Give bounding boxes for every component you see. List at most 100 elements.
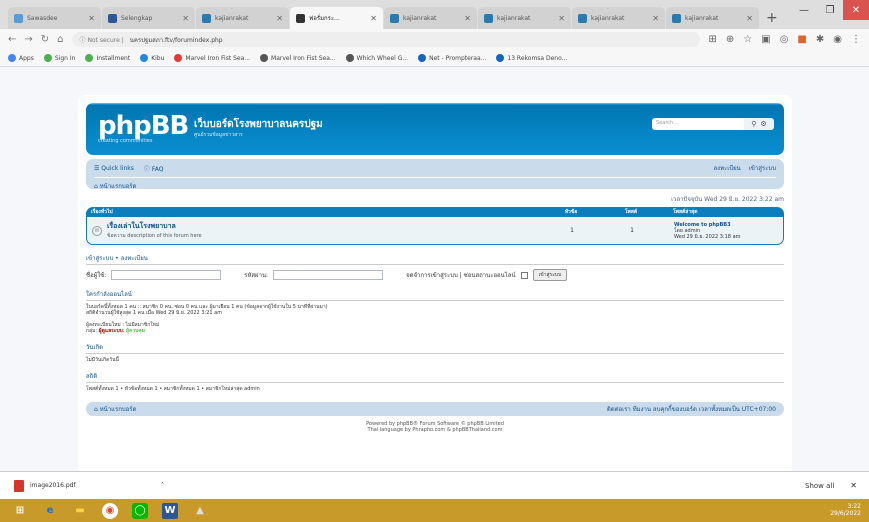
phpbb-logo[interactable]: phpBB creating communities [98,111,189,144]
bookmark-item[interactable]: 13 Rekomsa Deno... [496,54,567,62]
tab-title: Selengkap [121,14,153,22]
bookmark-item[interactable]: Sign In [43,54,76,62]
bookmark-item[interactable]: Marvel Iron Fist Sea... [174,54,250,62]
edge-icon[interactable]: e [42,503,58,519]
statistics-title: สถิติ [86,371,784,383]
browser-tab[interactable]: ฟอรั่มกระ... ✕ [290,7,383,29]
file-explorer-icon[interactable]: ▬ [72,503,88,519]
reload-icon[interactable]: ↻ [41,34,49,45]
register-link[interactable]: ลงทะเบียน [713,163,740,173]
bookmark-label: Sign In [54,54,76,62]
chevron-up-icon[interactable]: ˄ [161,482,164,489]
login-section-title[interactable]: เข้าสู่ระบบ • ลงทะเบียน [86,253,784,265]
zoom-icon[interactable]: ⊕ [726,34,734,45]
board-index-link[interactable]: ⌂ หน้าแรกบอร์ด [94,183,136,190]
browser-tab[interactable]: kajianrakat ✕ [196,7,289,29]
translate-icon[interactable]: ⊞ [708,34,716,45]
tab-close-icon[interactable]: ✕ [652,14,659,23]
bookmark-item[interactable]: Apps [8,54,34,62]
extension-red-icon[interactable]: ■ [797,34,806,45]
bookmark-item[interactable]: Net - Prompteraa... [418,54,486,62]
legend-admin[interactable]: ผู้ดูแลระบบ [99,328,123,334]
close-window-button[interactable]: ✕ [843,0,869,20]
extension-icon[interactable]: ▣ [761,34,770,45]
tab-close-icon[interactable]: ✕ [746,14,753,23]
remember-label: จดจำการเข้าสู่ระบบ | ซ่อนสถานะออนไลน์ [406,272,516,279]
show-all-button[interactable]: Show all [805,482,834,490]
tab-close-icon[interactable]: ✕ [88,14,95,23]
system-tray[interactable]: 3:22 29/6/2022 [830,503,861,517]
username-input[interactable] [111,270,222,280]
search-button[interactable]: ⚲ ⚙ [744,118,774,130]
login-button[interactable]: เข้าสู่ระบบ [532,269,568,281]
footer-links[interactable]: ติดต่อเรา ทีมงาน ลบคุกกี้ของบอร์ด เวลาทั… [607,404,776,414]
bookmark-favicon-icon [174,54,183,62]
address-bar-row: ← → ↻ ⌂ ⓘ Not secure | นครปฐมสภา.ftv/for… [0,29,869,50]
password-label: รหัสผ่าน: [244,272,269,279]
bookmark-item[interactable]: Installment [85,54,130,62]
star-icon[interactable]: ☆ [743,34,752,45]
gear-icon: ⚙ [760,120,767,128]
browser-tab[interactable]: Sawasdee ✕ [8,7,101,29]
opera-icon[interactable]: ◎ [780,34,789,45]
legend-mod[interactable]: ผู้ควบคุม [126,328,145,334]
bookmark-favicon-icon [140,54,149,62]
forward-icon[interactable]: → [24,34,32,45]
search-input[interactable]: Search… [652,118,744,130]
footer-board-index-link[interactable]: ⌂ หน้าแรกบอร์ด [94,404,136,414]
bookmark-item[interactable]: Marvel Iron Fist Sea... [260,54,336,62]
start-icon[interactable]: ⊞ [12,503,28,519]
bookmark-item[interactable]: Which Wheel G... [345,54,408,62]
bookmark-label: Marvel Iron Fist Sea... [271,54,336,62]
photos-icon[interactable]: ▲ [192,503,208,519]
new-tab-button[interactable]: + [766,7,778,29]
puzzle-icon[interactable]: ✱ [816,34,824,45]
security-indicator[interactable]: ⓘ Not secure | [80,35,124,44]
quick-links-link[interactable]: ☰ Quick links [94,165,134,172]
forum-title-link[interactable]: เรื่องเล่าในโรงพยาบาล [107,221,202,232]
bookmark-favicon-icon [85,54,94,62]
col-forum[interactable]: เรื่องทั่วไป [91,208,541,216]
line-icon[interactable]: ◯ [132,502,148,519]
minimize-button[interactable]: — [791,0,817,20]
tab-close-icon[interactable]: ✕ [276,14,283,23]
password-input[interactable] [273,270,384,280]
browser-tab[interactable]: kajianrakat ✕ [478,7,571,29]
word-icon[interactable]: W [162,502,178,519]
home-icon[interactable]: ⌂ [57,34,63,45]
browser-tab[interactable]: kajianrakat ✕ [666,7,759,29]
profile-icon[interactable]: ◉ [833,34,842,45]
tab-favicon-icon [672,13,681,23]
chrome-icon[interactable]: ◉ [102,502,118,519]
tab-close-icon[interactable]: ✕ [182,14,189,23]
login-link[interactable]: เข้าสู่ระบบ [749,163,776,173]
menu-icon[interactable]: ⋮ [851,34,861,45]
page-content: phpBB creating communities เว็บบอร์ดโรงพย… [0,67,869,477]
bookmark-label: 13 Rekomsa Deno... [507,54,568,62]
navbar: ☰ Quick links ⓘ FAQ ลงทะเบียน เข้าสู่ระบ… [86,159,784,190]
who-online-title[interactable]: ใครกำลังออนไลน์ [86,289,784,301]
bookmark-favicon-icon [345,54,354,62]
tab-close-icon[interactable]: ✕ [464,14,471,23]
url-field[interactable]: ⓘ Not secure | นครปฐมสภา.ftv/forumindex.… [71,32,701,47]
topic-count: 1 [570,227,574,234]
bookmark-label: Kibu [151,54,165,62]
translation-credit[interactable]: Thai language by Phrapho.com & phpBBThai… [368,427,503,433]
footer-navbar: ⌂ หน้าแรกบอร์ด ติดต่อเรา ทีมงาน ลบคุกกี้… [86,402,784,416]
browser-tab[interactable]: Selengkap ✕ [102,7,195,29]
tab-favicon-icon [484,13,493,23]
remember-checkbox[interactable] [520,271,528,279]
download-item[interactable]: image2016.pdf ˄ [14,479,164,492]
col-topics: หัวข้อ [564,209,578,215]
browser-tab[interactable]: kajianrakat ✕ [572,7,665,29]
tab-close-icon[interactable]: ✕ [558,14,565,23]
close-download-bar-icon[interactable]: ✕ [850,481,857,490]
back-icon[interactable]: ← [8,34,16,45]
faq-link[interactable]: ⓘ FAQ [144,164,164,173]
browser-tab-bar: Sawasdee ✕ Selengkap ✕ kajianrakat ✕ ฟอรั่มกระ… [0,0,869,29]
bookmark-item[interactable]: Kibu [140,54,164,62]
tab-close-icon[interactable]: ✕ [370,14,377,23]
browser-tab[interactable]: kajianrakat ✕ [384,7,477,29]
pdf-file-icon [14,479,24,492]
maximize-button[interactable]: ❐ [817,0,843,20]
